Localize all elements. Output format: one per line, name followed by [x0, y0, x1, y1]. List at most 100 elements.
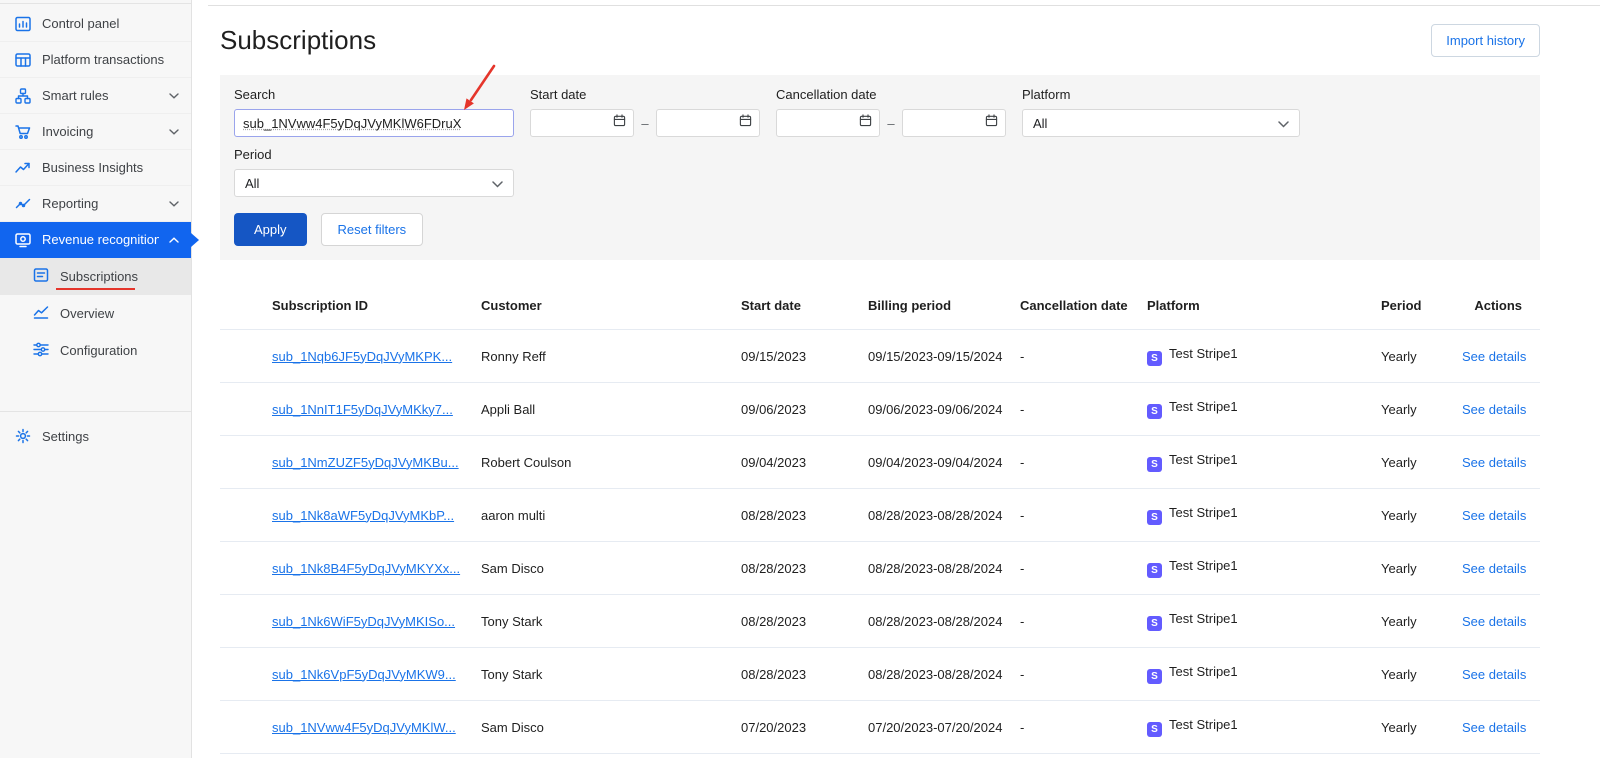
- cancellation-date-cell: -: [1020, 753, 1147, 758]
- platform-filter-block: Platform All: [1022, 87, 1300, 137]
- period-cell: Yearly: [1381, 594, 1462, 648]
- billing-period-cell: 09/15/2023-09/15/2024: [868, 329, 1020, 383]
- subscription-id-link[interactable]: sub_1Nk8aWF5yDqJVyMKbP...: [272, 508, 454, 523]
- page-title: Subscriptions: [220, 25, 377, 55]
- subscriptions-table: Subscription ID Customer Start date Bill…: [220, 282, 1540, 758]
- platform-transactions-icon: [14, 51, 32, 69]
- sidebar-subitem-overview[interactable]: Overview: [0, 295, 191, 332]
- start-date-cell: 09/04/2023: [741, 435, 868, 489]
- table-row: sub_1Nk8B4F5yDqJVyMKYXx... Sam Disco 08/…: [220, 541, 1540, 595]
- table-header-row: Subscription ID Customer Start date Bill…: [220, 282, 1540, 330]
- chevron-down-icon: [1278, 116, 1289, 131]
- sidebar-item-label: Revenue recognition: [42, 232, 159, 247]
- sidebar-subitem-configuration[interactable]: Configuration: [0, 332, 191, 369]
- see-details-link[interactable]: See details: [1462, 455, 1526, 470]
- subscription-id-link[interactable]: sub_1Nk6WiF5yDqJVyMKISo...: [272, 614, 455, 629]
- start-date-cell: 08/28/2023: [741, 488, 868, 542]
- main-top-divider: [208, 5, 1600, 6]
- sidebar-item-reporting[interactable]: Reporting: [0, 186, 191, 222]
- see-details-link[interactable]: See details: [1462, 614, 1526, 629]
- see-details-link[interactable]: See details: [1462, 720, 1526, 735]
- sidebar-item-invoicing[interactable]: Invoicing: [0, 114, 191, 150]
- period-select[interactable]: All: [234, 169, 514, 197]
- calendar-icon: [613, 114, 626, 132]
- sidebar-item-label: Settings: [42, 428, 89, 444]
- calendar-icon: [985, 114, 998, 132]
- customer-cell: Sam Disco: [481, 700, 741, 754]
- sidebar-item-business-insights[interactable]: Business Insights: [0, 150, 191, 186]
- sidebar-item-settings[interactable]: Settings: [0, 418, 191, 454]
- subscription-id-link[interactable]: sub_1NnIT1F5yDqJVyMKky7...: [272, 402, 453, 417]
- start-date-cell: 09/06/2023: [741, 382, 868, 436]
- start-date-cell: 08/28/2023: [741, 541, 868, 595]
- settings-gear-icon: [14, 427, 32, 445]
- sidebar-subitem-subscriptions[interactable]: Subscriptions: [0, 258, 191, 295]
- column-header-customer: Customer: [481, 298, 542, 313]
- sidebar-item-control-panel[interactable]: Control panel: [0, 6, 191, 42]
- see-details-link[interactable]: See details: [1462, 349, 1526, 364]
- sidebar-item-platform-transactions[interactable]: Platform transactions: [0, 42, 191, 78]
- customer-cell: Robert Coulson: [481, 435, 741, 489]
- start-date-to-input[interactable]: [656, 109, 760, 137]
- search-input[interactable]: [234, 109, 514, 137]
- platform-name: Test Stripe1: [1169, 346, 1238, 361]
- app-window: Control panel Platform transactions Smar…: [0, 0, 1600, 758]
- sidebar-top-divider: [0, 3, 191, 4]
- billing-period-cell: 07/20/2023-07/20/2024: [868, 700, 1020, 754]
- stripe-icon: S: [1147, 457, 1162, 472]
- platform-select-value: All: [1033, 115, 1048, 131]
- see-details-link[interactable]: See details: [1462, 667, 1526, 682]
- cancellation-date-from-input[interactable]: [776, 109, 880, 137]
- start-date-cell: 07/20/2023: [741, 753, 868, 758]
- stripe-icon: S: [1147, 510, 1162, 525]
- platform-cell: STest Stripe1: [1147, 647, 1381, 701]
- period-cell: Yearly: [1381, 647, 1462, 701]
- sidebar-item-revenue-recognition[interactable]: Revenue recognition: [0, 222, 199, 258]
- period-cell: Yearly: [1381, 329, 1462, 383]
- cancellation-date-cell: -: [1020, 594, 1147, 648]
- chevron-up-icon: [169, 236, 179, 243]
- table-row: sub_1Nk8aWF5yDqJVyMKbP... aaron multi 08…: [220, 488, 1540, 542]
- stripe-icon: S: [1147, 351, 1162, 366]
- platform-select[interactable]: All: [1022, 109, 1300, 137]
- start-date-cell: 08/28/2023: [741, 647, 868, 701]
- platform-cell: STest Stripe1: [1147, 700, 1381, 754]
- sidebar-subitem-label: Subscriptions: [60, 269, 139, 284]
- period-filter-block: Period All: [234, 147, 514, 197]
- filters-panel: Search Period All Start date: [220, 75, 1540, 260]
- cancellation-date-cell: -: [1020, 700, 1147, 754]
- platform-cell: STest Stripe1: [1147, 594, 1381, 648]
- billing-period-cell: 09/06/2023-09/06/2024: [868, 382, 1020, 436]
- platform-cell: STest Stripe1: [1147, 753, 1381, 758]
- apply-button[interactable]: Apply: [234, 213, 307, 246]
- sidebar-item-smart-rules[interactable]: Smart rules: [0, 78, 191, 114]
- stripe-icon: S: [1147, 722, 1162, 737]
- customer-cell: Ronny Reff: [481, 329, 741, 383]
- platform-name: Test Stripe1: [1169, 452, 1238, 467]
- import-history-button[interactable]: Import history: [1431, 24, 1540, 57]
- subscription-id-link[interactable]: sub_1Nk6VpF5yDqJVyMKW9...: [272, 667, 456, 682]
- billing-period-cell: 08/28/2023-08/28/2024: [868, 488, 1020, 542]
- start-date-cell: 09/15/2023: [741, 329, 868, 383]
- billing-period-cell: 08/28/2023-08/28/2024: [868, 647, 1020, 701]
- column-header-actions: Actions: [1474, 298, 1522, 313]
- see-details-link[interactable]: See details: [1462, 402, 1526, 417]
- start-date-from-input[interactable]: [530, 109, 634, 137]
- start-date-cell: 07/20/2023: [741, 700, 868, 754]
- see-details-link[interactable]: See details: [1462, 508, 1526, 523]
- stripe-icon: S: [1147, 669, 1162, 684]
- column-header-cancellation-date: Cancellation date: [1020, 298, 1128, 313]
- subscription-id-link[interactable]: sub_1NmZUZF5yDqJVyMKBu...: [272, 455, 459, 470]
- customer-cell: Tony Stark: [481, 647, 741, 701]
- see-details-link[interactable]: See details: [1462, 561, 1526, 576]
- subscription-id-link[interactable]: sub_1Nk8B4F5yDqJVyMKYXx...: [272, 561, 460, 576]
- subscription-id-link[interactable]: sub_1NVww4F5yDqJVyMKlW...: [272, 720, 456, 735]
- table-row: sub_1NmZUZF5yDqJVyMKBu... Robert Coulson…: [220, 435, 1540, 489]
- platform-name: Test Stripe1: [1169, 558, 1238, 573]
- subscription-id-link[interactable]: sub_1Nqb6JF5yDqJVyMKPK...: [272, 349, 452, 364]
- cancellation-date-to-input[interactable]: [902, 109, 1006, 137]
- reset-filters-button[interactable]: Reset filters: [320, 213, 424, 246]
- period-cell: Yearly: [1381, 488, 1462, 542]
- start-date-cell: 08/28/2023: [741, 594, 868, 648]
- customer-cell: Appli Ball: [481, 382, 741, 436]
